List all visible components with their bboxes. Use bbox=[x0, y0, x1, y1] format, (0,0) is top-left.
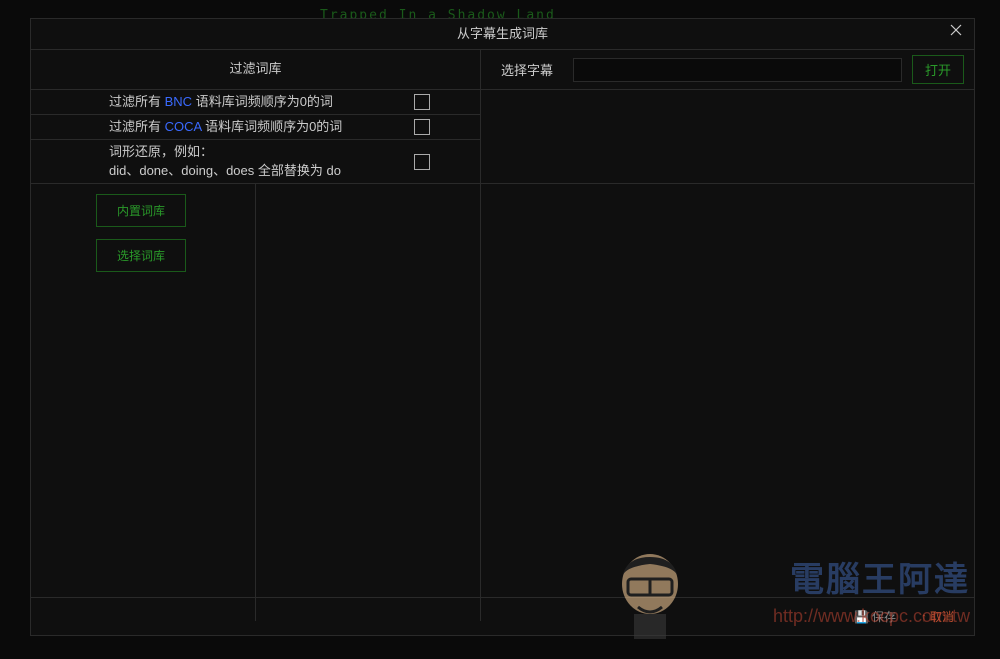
open-button[interactable]: 打开 bbox=[912, 55, 964, 84]
filter-lemma-label: 词形还原，例如： did、done、doing、does 全部替换为 do bbox=[31, 143, 414, 179]
filter-bnc-label: 过滤所有 BNC 语料库词频顺序为0的词 bbox=[31, 93, 414, 111]
filter-bnc-checkbox[interactable] bbox=[414, 94, 430, 110]
subtitle-input[interactable] bbox=[573, 58, 902, 82]
cancel-icon: ↑ bbox=[921, 610, 927, 624]
column-1: 内置词库 选择词库 bbox=[31, 184, 256, 621]
close-icon bbox=[949, 23, 963, 37]
filter-rows: 过滤所有 BNC 语料库词频顺序为0的词 过滤所有 COCA 语料库词频顺序为0… bbox=[31, 90, 974, 184]
top-row: 过滤词库 选择字幕 打开 bbox=[31, 49, 974, 90]
filter-row-coca: 过滤所有 COCA 语料库词频顺序为0的词 bbox=[31, 115, 481, 140]
cancel-button[interactable]: ↑ 取消 bbox=[921, 608, 954, 625]
filter-lemma-checkbox[interactable] bbox=[414, 154, 430, 170]
dialog-footer: 💾 保存 ↑ 取消 bbox=[31, 597, 974, 635]
filter-coca-label: 过滤所有 COCA 语料库词频顺序为0的词 bbox=[31, 118, 414, 136]
filter-coca-checkbox[interactable] bbox=[414, 119, 430, 135]
column-2 bbox=[256, 184, 481, 621]
filter-header: 过滤词库 bbox=[31, 50, 481, 89]
filter-row-bnc: 过滤所有 BNC 语料库词频顺序为0的词 bbox=[31, 90, 481, 115]
subtitle-label: 选择字幕 bbox=[491, 60, 563, 79]
close-button[interactable] bbox=[946, 23, 966, 43]
builtin-library-button[interactable]: 内置词库 bbox=[96, 194, 186, 227]
columns-area: 内置词库 选择词库 bbox=[31, 184, 974, 621]
column-3 bbox=[481, 184, 974, 621]
save-button[interactable]: 💾 保存 bbox=[854, 608, 896, 625]
filter-row-lemma: 词形还原，例如： did、done、doing、does 全部替换为 do bbox=[31, 140, 481, 182]
save-icon: 💾 bbox=[854, 610, 869, 624]
dialog-header: 从字幕生成词库 bbox=[31, 19, 974, 49]
dialog-title: 从字幕生成词库 bbox=[457, 26, 548, 41]
subtitle-row: 选择字幕 打开 bbox=[481, 50, 974, 89]
select-library-button[interactable]: 选择词库 bbox=[96, 239, 186, 272]
dialog-container: 从字幕生成词库 过滤词库 选择字幕 打开 过滤所有 BNC 语料库词频顺序为0的… bbox=[30, 18, 975, 636]
